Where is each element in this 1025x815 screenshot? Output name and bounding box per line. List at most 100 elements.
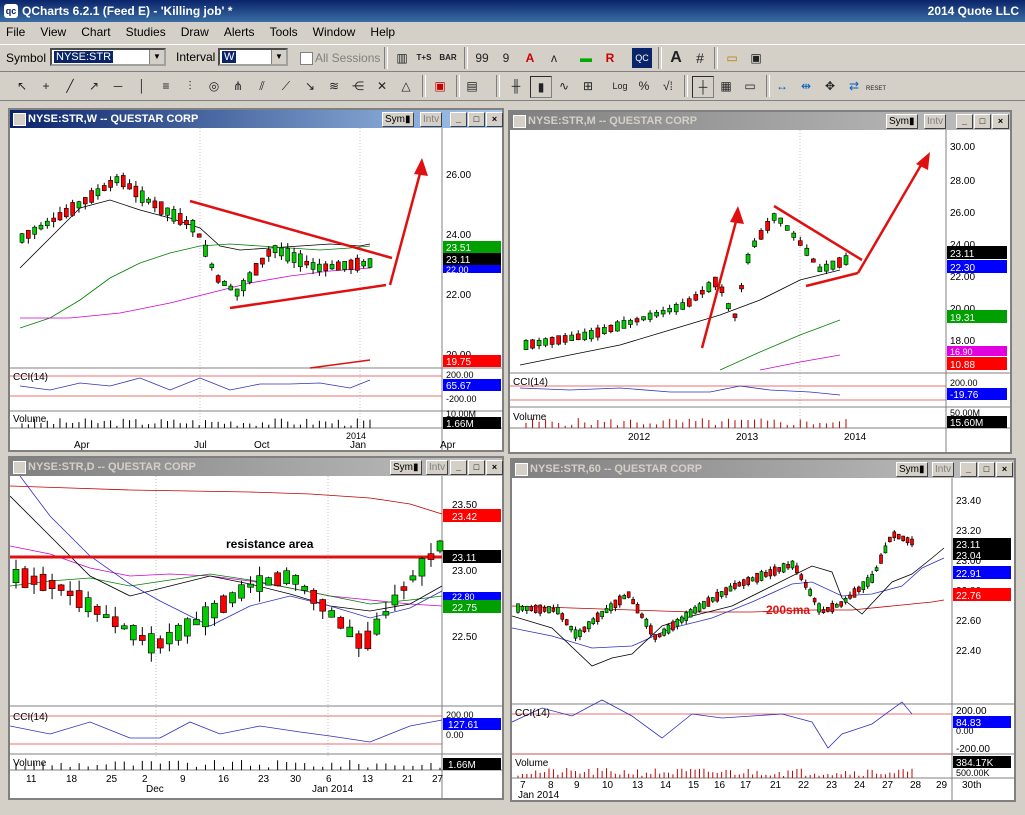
ray-icon[interactable]: ↗	[84, 76, 104, 96]
chart-pane-hourly[interactable]: NYSE:STR,60 -- QUESTAR CORP Sym▮ Intv _ …	[510, 458, 1016, 802]
maximize-icon[interactable]: □	[468, 460, 485, 475]
speed-icon[interactable]: ≋	[324, 76, 344, 96]
bar-chart-icon[interactable]: ▥	[392, 48, 412, 68]
menu-studies[interactable]: Studies	[120, 22, 172, 39]
fan-icon[interactable]: ⋔	[228, 76, 248, 96]
menu-window[interactable]: Window	[307, 22, 362, 39]
log-scale-icon[interactable]: Log	[610, 76, 630, 96]
pitchfork-icon[interactable]: ⋲	[348, 76, 368, 96]
data-window-icon[interactable]: ▦	[716, 76, 736, 96]
regression-icon[interactable]: ⫽	[252, 76, 272, 96]
chart-pane-monthly[interactable]: NYSE:STR,M -- QUESTAR CORP Sym▮ Intv _ □…	[508, 110, 1012, 454]
pane-title-bar[interactable]: NYSE:STR,D -- QUESTAR CORP Sym▮ Intv _ □…	[10, 458, 503, 476]
intv-button[interactable]: Intv	[924, 114, 947, 129]
close-icon[interactable]: ×	[996, 462, 1013, 477]
symbol-combo[interactable]: NYSE:STR ▼	[50, 48, 166, 66]
candle-body	[715, 591, 720, 602]
line-chart-icon[interactable]: ∿	[554, 76, 574, 96]
quote-icon[interactable]: 99	[472, 48, 492, 68]
sym-button[interactable]: Sym▮	[886, 114, 918, 129]
hline-icon[interactable]: ─	[108, 76, 128, 96]
volume-bars-icon[interactable]: √⁞	[658, 76, 678, 96]
ohlc-bar-icon[interactable]: ╫	[506, 76, 526, 96]
save-icon[interactable]: ▣	[746, 48, 766, 68]
qc-icon[interactable]: QC	[632, 48, 652, 68]
pane-title-bar[interactable]: NYSE:STR,60 -- QUESTAR CORP Sym▮ Intv _ …	[512, 460, 1014, 478]
grid-icon[interactable]: #	[690, 48, 710, 68]
toolbar-separator	[464, 47, 468, 69]
candle-body	[523, 340, 529, 350]
menu-alerts[interactable]: Alerts	[218, 22, 261, 39]
fib-icon[interactable]: ⫶	[180, 76, 200, 96]
andrews-icon[interactable]: ✕	[372, 76, 392, 96]
menu-draw[interactable]: Draw	[175, 22, 215, 39]
bar-data-button[interactable]: BAR	[438, 48, 458, 68]
pointer-icon[interactable]: ↖	[12, 76, 32, 96]
sym-button[interactable]: Sym▮	[390, 460, 422, 475]
point-figure-icon[interactable]: ⊞	[578, 76, 598, 96]
close-icon[interactable]: ×	[486, 460, 503, 475]
vline-icon[interactable]: │	[132, 76, 152, 96]
triangle-icon[interactable]: △	[396, 76, 416, 96]
pane-title-bar[interactable]: NYSE:STR,W -- QUESTAR CORP Sym▮ Intv _ □…	[10, 110, 503, 128]
cycle-icon[interactable]: ↘	[300, 76, 320, 96]
candle-icon[interactable]: ▮	[530, 76, 552, 98]
percent-scale-icon[interactable]: %	[634, 76, 654, 96]
candle-body	[101, 185, 107, 191]
toolbar-separator	[384, 47, 388, 69]
flame-icon[interactable]: ʌ	[544, 48, 564, 68]
app-title-right: 2014 Quote LLC	[927, 4, 1019, 18]
interval-combo[interactable]: W ▼	[218, 48, 288, 66]
chart-pane-daily[interactable]: NYSE:STR,D -- QUESTAR CORP Sym▮ Intv _ □…	[8, 456, 504, 800]
chart-pane-weekly[interactable]: NYSE:STR,W -- QUESTAR CORP Sym▮ Intv _ □…	[8, 108, 504, 452]
price-axis-label: 22.00	[446, 290, 471, 301]
close-icon[interactable]: ×	[992, 114, 1009, 129]
delete-drawing-icon[interactable]: ▣	[430, 76, 450, 96]
intv-button[interactable]: Intv	[420, 112, 443, 127]
text-icon[interactable]: A	[666, 48, 686, 68]
chevron-down-icon[interactable]: ▼	[149, 50, 164, 64]
gann-icon[interactable]: ⟋	[276, 76, 296, 96]
menu-tools[interactable]: Tools	[264, 22, 304, 39]
maximize-icon[interactable]: □	[468, 112, 485, 127]
minimize-icon[interactable]: _	[450, 460, 467, 475]
maximize-icon[interactable]: □	[974, 114, 991, 129]
split-icon[interactable]: ▭	[740, 76, 760, 96]
all-sessions-checkbox[interactable]	[300, 52, 313, 65]
menu-help[interactable]: Help	[364, 22, 401, 39]
arc-icon[interactable]: ◎	[204, 76, 224, 96]
channel-icon[interactable]: ≡	[156, 76, 176, 96]
time-sales-button[interactable]: T+S	[414, 48, 434, 68]
cursor-sync-icon[interactable]: ┼	[692, 76, 714, 98]
intv-button[interactable]: Intv	[426, 460, 449, 475]
reset-button[interactable]: RESET	[866, 76, 886, 96]
minimize-icon[interactable]: _	[450, 112, 467, 127]
properties-icon[interactable]: ▤	[462, 76, 482, 96]
pane-title-bar[interactable]: NYSE:STR,M -- QUESTAR CORP Sym▮ Intv _ □…	[510, 112, 1010, 130]
maximize-icon[interactable]: □	[978, 462, 995, 477]
r-icon[interactable]: R	[600, 48, 620, 68]
crosshair-icon[interactable]: +	[36, 76, 56, 96]
menu-file[interactable]: File	[0, 22, 31, 39]
line-icon[interactable]: ╱	[60, 76, 80, 96]
news-icon[interactable]: ▬	[576, 48, 596, 68]
sym-button[interactable]: Sym▮	[896, 462, 928, 477]
quote-single-icon[interactable]: 9	[496, 48, 516, 68]
minimize-icon[interactable]: _	[960, 462, 977, 477]
move-icon[interactable]: ✥	[820, 76, 840, 96]
candle-body	[706, 597, 711, 607]
intv-button[interactable]: Intv	[932, 462, 955, 477]
open-folder-icon[interactable]: ▭	[722, 48, 742, 68]
menu-chart[interactable]: Chart	[75, 22, 116, 39]
chevron-down-icon[interactable]: ▼	[271, 50, 286, 64]
candle-body	[234, 288, 240, 297]
compress-h-icon[interactable]: ⇹	[796, 76, 816, 96]
scroll-icon[interactable]: ⇄	[844, 76, 864, 96]
minimize-icon[interactable]: _	[956, 114, 973, 129]
alert-icon[interactable]: A	[520, 48, 540, 68]
close-icon[interactable]: ×	[486, 112, 503, 127]
menu-view[interactable]: View	[34, 22, 72, 39]
hourly-volume	[517, 768, 913, 778]
expand-h-icon[interactable]: ↔	[772, 76, 792, 96]
sym-button[interactable]: Sym▮	[382, 112, 414, 127]
